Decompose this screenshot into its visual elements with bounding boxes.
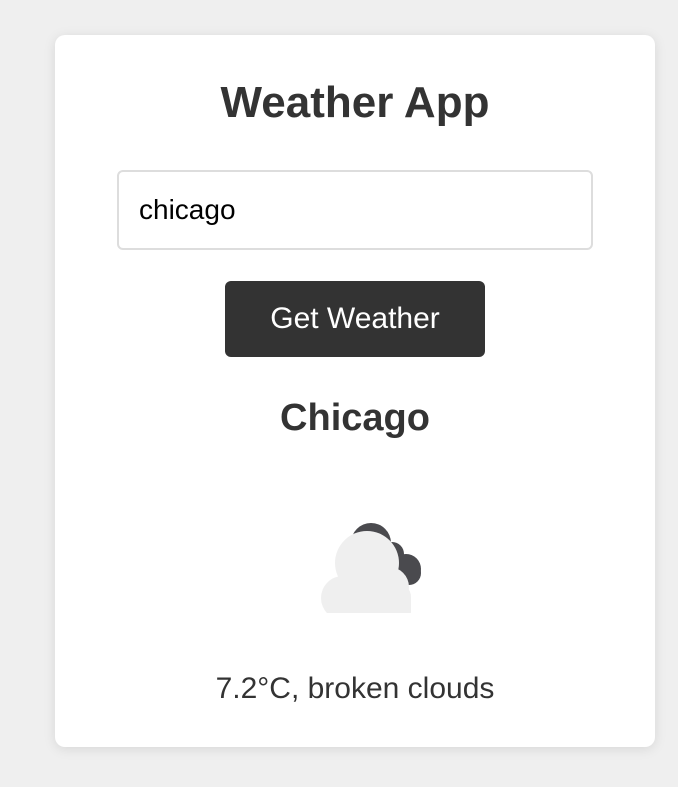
weather-card: Weather App Get Weather Chicago 7.2°C, b…: [55, 35, 655, 747]
city-name: Chicago: [280, 397, 430, 439]
weather-description: 7.2°C, broken clouds: [215, 672, 495, 705]
get-weather-button[interactable]: Get Weather: [225, 281, 485, 357]
city-search-input[interactable]: [117, 170, 593, 250]
broken-clouds-icon: [321, 523, 421, 613]
app-title: Weather App: [220, 78, 490, 127]
